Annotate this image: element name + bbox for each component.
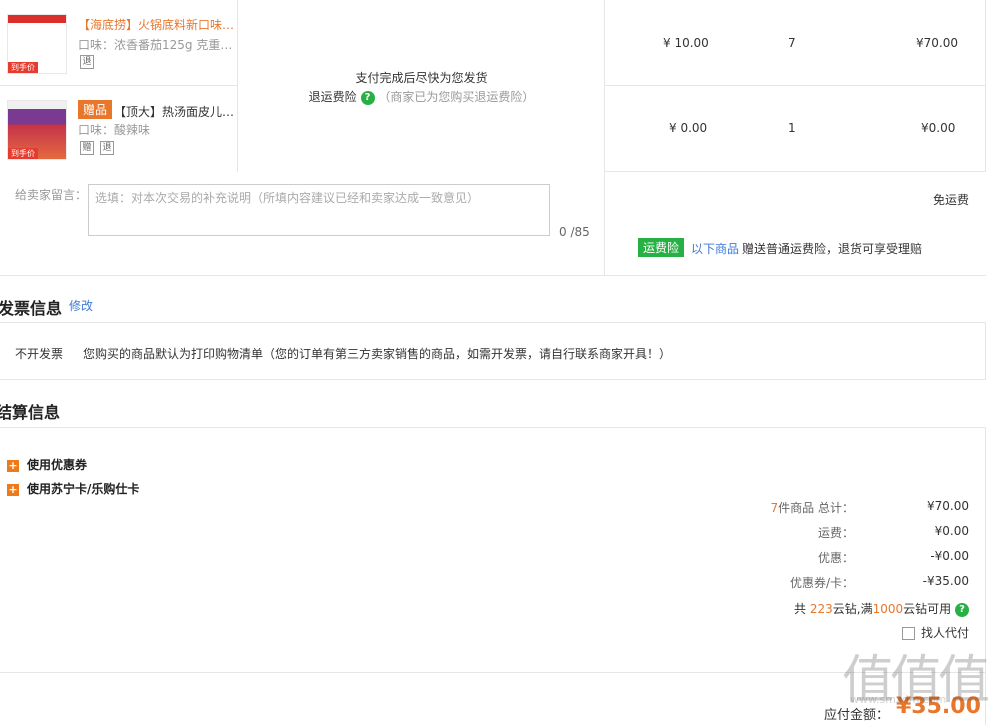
diamond-threshold: 1000: [872, 602, 904, 616]
use-card-label: 使用苏宁卡/乐购仕卡: [27, 482, 140, 496]
quantity: 1: [788, 121, 796, 135]
unit-price: ¥ 10.00: [663, 36, 709, 50]
quantity: 7: [788, 36, 796, 50]
item-subtotal: ¥0.00: [921, 121, 956, 135]
message-input[interactable]: 选填：对本次交易的补充说明（所填内容建议已经和卖家达成一致意见）: [88, 184, 550, 236]
expand-plus-icon: +: [7, 482, 19, 496]
use-coupon-label: 使用优惠券: [27, 458, 88, 472]
product-title[interactable]: 【海底捞】火锅底料新口味…: [78, 16, 234, 33]
gift-badge: 赠品: [78, 100, 113, 119]
expand-plus-icon: +: [7, 458, 19, 472]
thumb-tag: 到手价: [8, 62, 38, 73]
insurance-note: （商家已为您购买退运费险）: [378, 90, 535, 104]
divider: [0, 672, 986, 673]
item-subtotal: ¥70.00: [916, 36, 958, 50]
diamond-count: 223: [809, 602, 833, 616]
product-thumbnail[interactable]: 到手价: [7, 100, 67, 160]
invoice-note: 您购买的商品默认为打印购物清单（您的订单有第三方卖家销售的商品，如需开发票，请自…: [83, 347, 672, 361]
return-badge: 退: [100, 141, 114, 155]
freight-insurance-badge: 运费险: [638, 238, 685, 257]
goods-total: ¥70.00: [927, 499, 969, 513]
price-row: ¥ 0.00 1 ¥0.00: [605, 86, 986, 172]
discount-label: 优惠：: [817, 551, 854, 565]
freight-label: 运费：: [817, 526, 854, 540]
product-title[interactable]: 【顶大】热汤面皮儿…: [114, 103, 236, 120]
unit-price: ¥ 0.00: [669, 121, 708, 135]
message-counter: 0 /85: [559, 225, 590, 239]
diamond-prefix: 共: [794, 602, 810, 616]
price-row: ¥ 10.00 7 ¥70.00: [605, 0, 986, 86]
invoice-section-title: 发票信息: [0, 299, 63, 318]
shipping-column: 支付完成后尽快为您发货 退运费险 ? （商家已为您购买退运费险）: [238, 0, 605, 172]
product-attribute: 口味：浓香番茄125g 克重…: [78, 38, 233, 52]
thumb-tag: 到手价: [8, 148, 38, 159]
diamond-suffix: 云钻可用: [903, 602, 952, 616]
shipping-note: 支付完成后尽快为您发货: [355, 71, 488, 85]
coupon-label: 优惠券/卡：: [789, 576, 854, 590]
freight-goods-link[interactable]: 以下商品: [691, 240, 739, 257]
product-thumbnail[interactable]: 到手价: [7, 14, 67, 74]
seller-message-section: 给卖家留言： 选填：对本次交易的补充说明（所填内容建议已经和卖家达成一致意见） …: [0, 172, 605, 276]
use-card-option[interactable]: + 使用苏宁卡/乐购仕卡: [7, 480, 139, 497]
freight-section: 免运费 运费险 以下商品 赠送普通运费险，退货可享受理赔: [605, 172, 986, 276]
watermark-url: www.smzdm.com: [850, 693, 947, 706]
return-badge: 退: [80, 55, 94, 69]
diamond-line: 共 223云钻,满1000云钻可用 ?: [794, 600, 969, 617]
product-attribute: 口味：酸辣味: [78, 123, 151, 137]
divider: [0, 275, 986, 276]
invoice-box: 不开发票 您购买的商品默认为打印购物清单（您的订单有第三方卖家销售的商品，如需开…: [0, 322, 986, 380]
invoice-edit-link[interactable]: 修改: [69, 297, 93, 314]
free-shipping-label: 免运费: [933, 193, 970, 207]
coupon-value: -¥35.00: [922, 574, 969, 588]
insurance-label: 退运费险: [308, 90, 357, 104]
discount-value: -¥0.00: [930, 549, 969, 563]
freight-value: ¥0.00: [934, 524, 969, 538]
use-coupon-option[interactable]: + 使用优惠券: [7, 456, 87, 473]
item-count-suffix: 件商品 总计：: [778, 501, 854, 515]
settlement-section-title: 结算信息: [0, 403, 61, 422]
gift-mini-badge: 赠: [80, 141, 94, 155]
help-icon[interactable]: ?: [360, 90, 375, 105]
message-label: 给卖家留言：: [15, 188, 88, 202]
diamond-mid: 云钻,满: [832, 602, 873, 616]
invoice-type: 不开发票: [15, 347, 64, 361]
item-count-label: 7件商品 总计：: [771, 499, 854, 516]
freight-insurance-note: 赠送普通运费险，退货可享受理赔: [742, 242, 923, 256]
return-insurance-line: 退运费险 ? （商家已为您购买退运费险）: [238, 88, 605, 105]
help-icon[interactable]: ?: [955, 602, 969, 617]
